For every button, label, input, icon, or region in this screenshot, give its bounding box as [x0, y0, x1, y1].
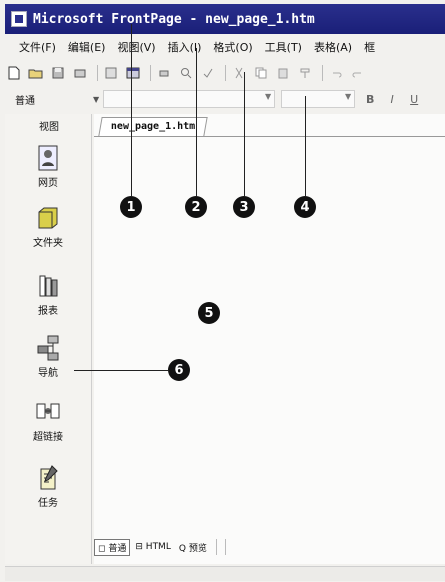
tab-normal-label: 普通	[108, 543, 127, 554]
view-label-hyperlinks: 超链接	[33, 432, 63, 443]
view-label-reports: 报表	[38, 306, 58, 317]
style-value[interactable]: 普通	[15, 92, 93, 107]
callout-line-1	[131, 24, 132, 196]
document-tab-label: new_page_1.htm	[110, 121, 196, 132]
tab-preview-label: 预览	[188, 543, 207, 554]
view-navigation[interactable]: 导航	[5, 334, 91, 379]
html-tab-icon: ⊟	[135, 542, 143, 552]
redo-icon[interactable]	[349, 64, 367, 82]
frontpage-window: Microsoft FrontPage - new_page_1.htm 文件(…	[0, 0, 445, 582]
save-icon[interactable]	[49, 64, 67, 82]
view-reports[interactable]: 报表	[5, 272, 91, 317]
preview-in-browser-icon[interactable]	[177, 64, 195, 82]
menu-edit[interactable]: 编辑(E)	[68, 39, 106, 55]
tab-preview[interactable]: Q 预览	[176, 540, 210, 555]
callout-line-6	[74, 370, 168, 371]
view-label-navigation: 导航	[38, 368, 58, 379]
bold-icon[interactable]: B	[361, 90, 379, 108]
formatting-toolbar: 普通 ▼ ▼ ▼ B I U	[5, 87, 445, 111]
view-label-page: 网页	[38, 178, 58, 189]
document-tab[interactable]: new_page_1.htm	[98, 117, 208, 136]
views-bar-title: 视图	[39, 122, 59, 133]
frontpage-app-icon[interactable]	[11, 11, 27, 27]
spelling-icon[interactable]	[199, 64, 217, 82]
font-size-dropdown[interactable]: ▼	[281, 90, 356, 108]
style-dropdown-arrow-icon[interactable]: ▼	[93, 95, 99, 104]
view-label-tasks: 任务	[38, 498, 58, 509]
callout-5: 5	[198, 302, 220, 324]
menu-tools[interactable]: 工具(T)	[265, 39, 302, 55]
document-tab-strip: new_page_1.htm	[94, 114, 445, 137]
format-painter-icon[interactable]	[296, 64, 314, 82]
page-view-icon	[38, 145, 58, 171]
toolbar-separator	[322, 65, 323, 81]
callout-line-2	[196, 48, 197, 196]
folder-list-icon[interactable]	[102, 64, 120, 82]
toolbar-separator	[225, 65, 226, 81]
status-bar	[5, 566, 445, 581]
tab-html-label: HTML	[145, 542, 171, 552]
view-page[interactable]: 网页	[5, 144, 91, 189]
tab-normal[interactable]: ◻ 普通	[94, 538, 131, 556]
menu-view[interactable]: 视图(V)	[117, 39, 155, 55]
undo-icon[interactable]	[327, 64, 345, 82]
copy-icon[interactable]	[252, 64, 270, 82]
preview-tab-icon: Q	[178, 543, 186, 554]
underline-icon[interactable]: U	[405, 90, 423, 108]
view-hyperlinks[interactable]: 超链接	[5, 398, 91, 443]
reports-icon	[39, 275, 58, 297]
view-tabs-separator	[224, 539, 226, 555]
callout-1: 1	[120, 196, 142, 218]
view-label-folders: 文件夹	[33, 238, 63, 249]
navigation-icon	[37, 335, 59, 361]
editor-area[interactable]: new_page_1.htm ◻ 普通 ⊟ HTML Q 预览	[94, 114, 445, 564]
view-folders[interactable]: 文件夹	[5, 204, 91, 249]
callout-6: 6	[168, 359, 190, 381]
italic-icon[interactable]: I	[383, 90, 401, 108]
callout-line-4	[305, 96, 306, 196]
views-bar: 视图 网页 文件夹 报表 导航 超链接 任务	[5, 114, 92, 564]
open-folder-icon[interactable]	[27, 64, 45, 82]
font-dropdown-arrow-icon: ▼	[265, 92, 272, 101]
callout-3: 3	[233, 196, 255, 218]
font-dropdown[interactable]: ▼	[103, 90, 276, 108]
publish-icon[interactable]	[71, 64, 89, 82]
callout-2: 2	[185, 196, 207, 218]
callout-4: 4	[294, 196, 316, 218]
tasks-icon	[40, 465, 58, 490]
menu-bar: 文件(F) 编辑(E) 视图(V) 插入(I) 格式(O) 工具(T) 表格(A…	[5, 36, 445, 58]
toolbar-separator	[97, 65, 98, 81]
hyperlinks-icon	[36, 403, 60, 419]
folder-icon	[38, 207, 58, 229]
menu-frames[interactable]: 框	[364, 39, 375, 55]
menu-format[interactable]: 格式(O)	[213, 39, 252, 55]
view-tasks[interactable]: 任务	[5, 464, 91, 509]
standard-toolbar	[5, 61, 445, 85]
new-page-icon[interactable]	[5, 64, 23, 82]
print-icon[interactable]	[155, 64, 173, 82]
menu-file[interactable]: 文件(F)	[19, 39, 56, 55]
menu-table[interactable]: 表格(A)	[314, 39, 352, 55]
window-title: Microsoft FrontPage - new_page_1.htm	[33, 11, 315, 27]
font-size-dropdown-arrow-icon: ▼	[345, 92, 352, 101]
toolbar-separator	[150, 65, 151, 81]
normal-tab-icon: ◻	[98, 543, 106, 554]
title-bar[interactable]: Microsoft FrontPage - new_page_1.htm	[5, 4, 445, 34]
paste-icon[interactable]	[274, 64, 292, 82]
view-tabs-separator	[215, 539, 217, 555]
cut-icon[interactable]	[230, 64, 248, 82]
views-bar-icon[interactable]	[124, 64, 142, 82]
tab-html[interactable]: ⊟ HTML	[132, 541, 173, 553]
callout-line-3	[244, 72, 245, 196]
page-view-tabs: ◻ 普通 ⊟ HTML Q 预览	[94, 538, 230, 556]
